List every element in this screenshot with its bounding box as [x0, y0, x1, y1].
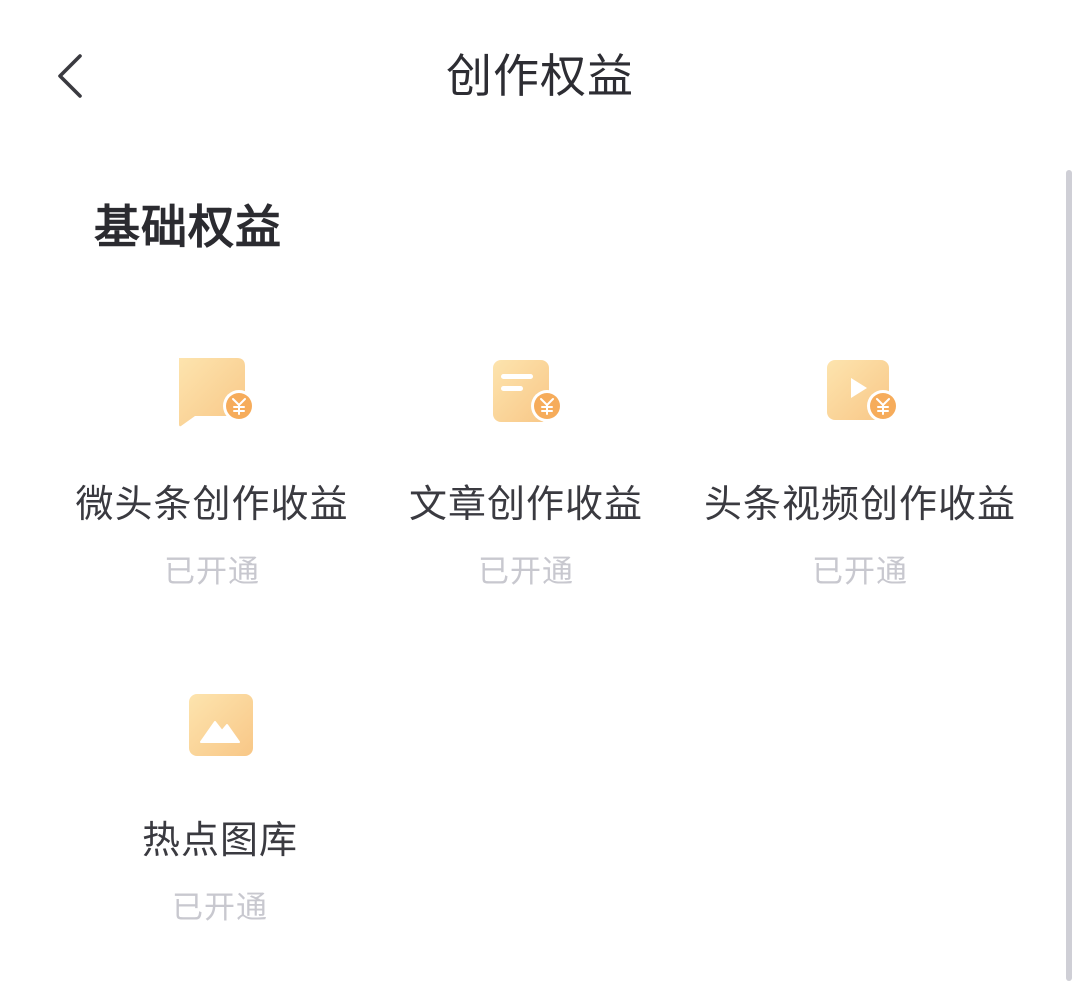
benefit-status: 已开通 — [478, 554, 574, 590]
benefit-item-headline-video-income[interactable]: 头条视频创作收益 已开通 — [690, 354, 1030, 614]
benefit-status: 已开通 — [812, 554, 908, 590]
chat-bubble-yuan-icon — [179, 358, 255, 427]
benefit-label: 头条视频创作收益 — [703, 482, 1016, 526]
scrollbar[interactable] — [1066, 170, 1072, 981]
benefit-item-micro-headline-income[interactable]: 微头条创作收益 已开通 — [42, 354, 382, 614]
benefit-label: 文章创作收益 — [408, 482, 643, 526]
page-title: 创作权益 — [446, 49, 634, 103]
video-play-yuan-icon — [827, 360, 899, 422]
section-title: 基础权益 — [94, 200, 282, 254]
benefit-item-article-income[interactable]: 文章创作收益 已开通 — [356, 354, 696, 614]
benefit-status: 已开通 — [164, 554, 260, 590]
top-navigation-bar: 创作权益 — [0, 0, 1080, 150]
image-mountain-icon — [189, 694, 253, 756]
benefit-status: 已开通 — [172, 890, 268, 926]
benefit-label: 热点图库 — [141, 818, 298, 862]
document-yuan-icon — [493, 360, 563, 422]
benefit-label: 微头条创作收益 — [75, 482, 349, 526]
benefit-item-hot-image-library[interactable]: 热点图库 已开通 — [50, 690, 390, 950]
